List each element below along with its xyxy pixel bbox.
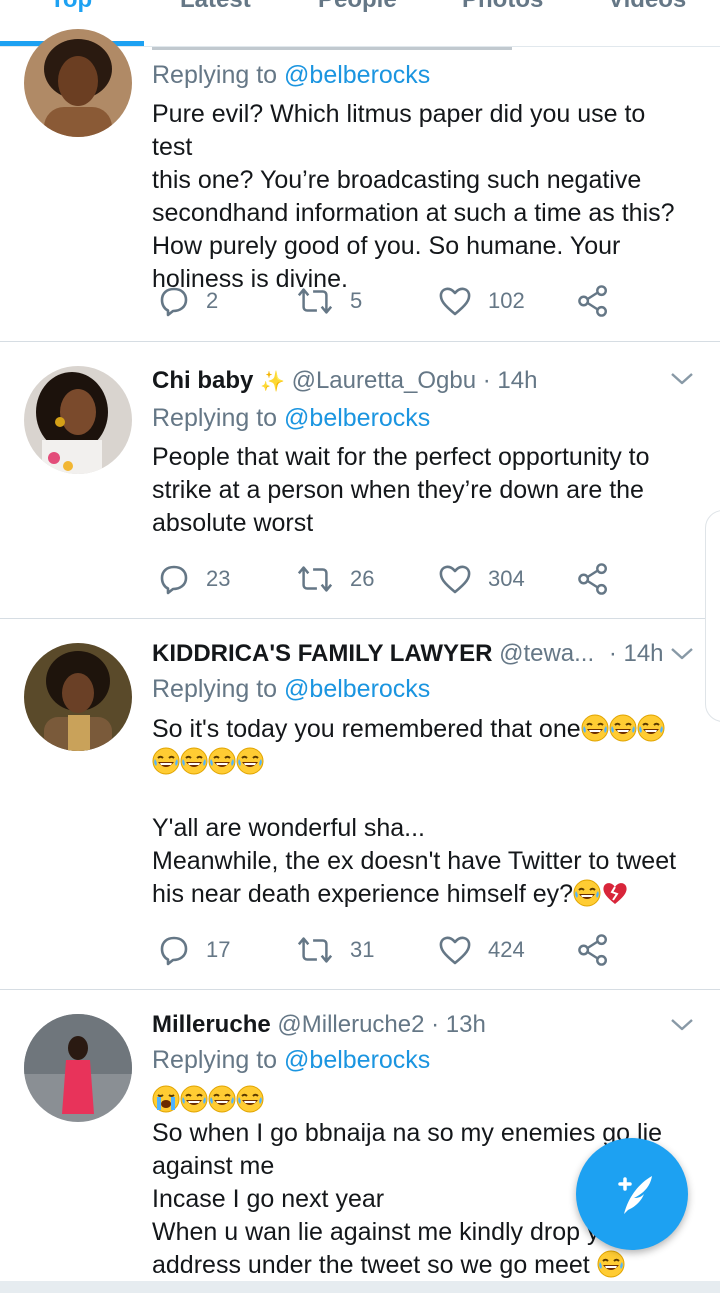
like-button[interactable]: 304 — [438, 562, 525, 596]
avatar[interactable] — [24, 643, 132, 751]
tweet-actions: 17 31 424 — [152, 933, 672, 967]
tweet-text: So it's today you remembered that one Y'… — [152, 714, 677, 908]
tweet-header: Chi baby ✨ @Lauretta_Ogbu · 14h — [152, 366, 664, 397]
tab-top[interactable]: Top — [50, 0, 92, 14]
avatar[interactable] — [24, 29, 132, 137]
retweet-button[interactable]: 5 — [296, 284, 362, 318]
user-handle[interactable]: @Milleruche2 — [277, 1011, 424, 1038]
laughing-emoji — [637, 714, 665, 742]
laughing-emoji — [581, 714, 609, 742]
clipped-header — [152, 47, 512, 50]
reply-icon — [158, 563, 190, 595]
replying-to: Replying to @belberocks — [152, 404, 431, 432]
retweet-icon — [296, 285, 334, 317]
laughing-emoji — [208, 1085, 236, 1113]
laughing-emoji — [573, 879, 601, 907]
laughing-emoji — [152, 747, 180, 775]
timestamp: · 14h — [482, 367, 538, 394]
reply-button[interactable]: 2 — [158, 284, 218, 318]
tweet[interactable]: KIDDRICA'S FAMILY LAWYER @tewa... · 14h … — [0, 619, 720, 990]
laughing-emoji — [180, 1085, 208, 1113]
retweet-button[interactable]: 31 — [296, 933, 374, 967]
laughing-emoji — [208, 747, 236, 775]
tweet-actions: 2 5 102 — [152, 284, 672, 318]
retweet-icon — [296, 563, 334, 595]
share-icon — [578, 562, 610, 596]
tab-videos[interactable]: Videos — [608, 0, 686, 14]
sparkle-emoji: ✨ — [260, 371, 285, 393]
laughing-emoji — [236, 1085, 264, 1113]
user-handle[interactable]: @Lauretta_Ogbu — [292, 367, 477, 394]
mention-link[interactable]: @belberocks — [284, 61, 430, 89]
reply-icon — [158, 934, 190, 966]
share-icon — [578, 933, 610, 967]
tweet[interactable]: Replying to @belberocks Pure evil? Which… — [0, 29, 720, 342]
heart-icon — [438, 934, 472, 966]
share-button[interactable] — [578, 284, 626, 318]
tab-photos[interactable]: Photos — [462, 0, 543, 14]
like-button[interactable]: 424 — [438, 933, 525, 967]
display-name[interactable]: Milleruche — [152, 1011, 271, 1038]
share-icon — [578, 284, 610, 318]
replying-to: Replying to @belberocks — [152, 675, 431, 703]
heart-icon — [438, 563, 472, 595]
like-button[interactable]: 102 — [438, 284, 525, 318]
crying-emoji — [152, 1085, 180, 1113]
tweet-text: People that wait for the perfect opportu… — [152, 443, 650, 537]
mention-link[interactable]: @belberocks — [284, 1046, 430, 1074]
user-handle[interactable]: @tewa... — [499, 640, 594, 667]
retweet-icon — [296, 934, 334, 966]
heart-icon — [438, 285, 472, 317]
chevron-down-icon[interactable] — [670, 642, 694, 666]
chevron-down-icon[interactable] — [670, 367, 694, 391]
tweet-text: Pure evil? Which litmus paper did you us… — [152, 100, 675, 293]
tab-latest[interactable]: Latest — [180, 0, 251, 14]
chevron-down-icon[interactable] — [670, 1013, 694, 1037]
tweet-header: KIDDRICA'S FAMILY LAWYER @tewa... · 14h — [152, 639, 664, 669]
mention-link[interactable]: @belberocks — [284, 675, 430, 703]
reply-button[interactable]: 23 — [158, 562, 230, 596]
scroll-handle[interactable] — [705, 510, 720, 722]
laughing-emoji — [597, 1250, 625, 1278]
laughing-emoji — [236, 747, 264, 775]
tweet[interactable]: Chi baby ✨ @Lauretta_Ogbu · 14h Replying… — [0, 342, 720, 619]
compose-feather-icon — [618, 1176, 652, 1214]
laughing-emoji — [180, 747, 208, 775]
laughing-emoji — [609, 714, 637, 742]
timestamp: · 14h — [608, 640, 664, 667]
avatar[interactable] — [24, 366, 132, 474]
reply-button[interactable]: 17 — [158, 933, 230, 967]
broken-heart-emoji — [601, 879, 629, 907]
reply-icon — [158, 285, 190, 317]
share-button[interactable] — [578, 933, 626, 967]
avatar[interactable] — [24, 1014, 132, 1122]
compose-tweet-button[interactable] — [576, 1138, 688, 1250]
bottom-bar — [0, 1281, 720, 1293]
display-name[interactable]: Chi baby — [152, 367, 253, 394]
mention-link[interactable]: @belberocks — [284, 404, 430, 432]
retweet-button[interactable]: 26 — [296, 562, 374, 596]
replying-to: Replying to @belberocks — [152, 61, 431, 89]
tweet-actions: 23 26 304 — [152, 562, 672, 596]
tweet-header: Milleruche @Milleruche2 · 13h — [152, 1010, 664, 1040]
display-name[interactable]: KIDDRICA'S FAMILY LAWYER — [152, 640, 492, 667]
replying-to: Replying to @belberocks — [152, 1046, 431, 1074]
share-button[interactable] — [578, 562, 626, 596]
tab-people[interactable]: People — [318, 0, 397, 14]
timestamp: · 13h — [431, 1011, 486, 1038]
